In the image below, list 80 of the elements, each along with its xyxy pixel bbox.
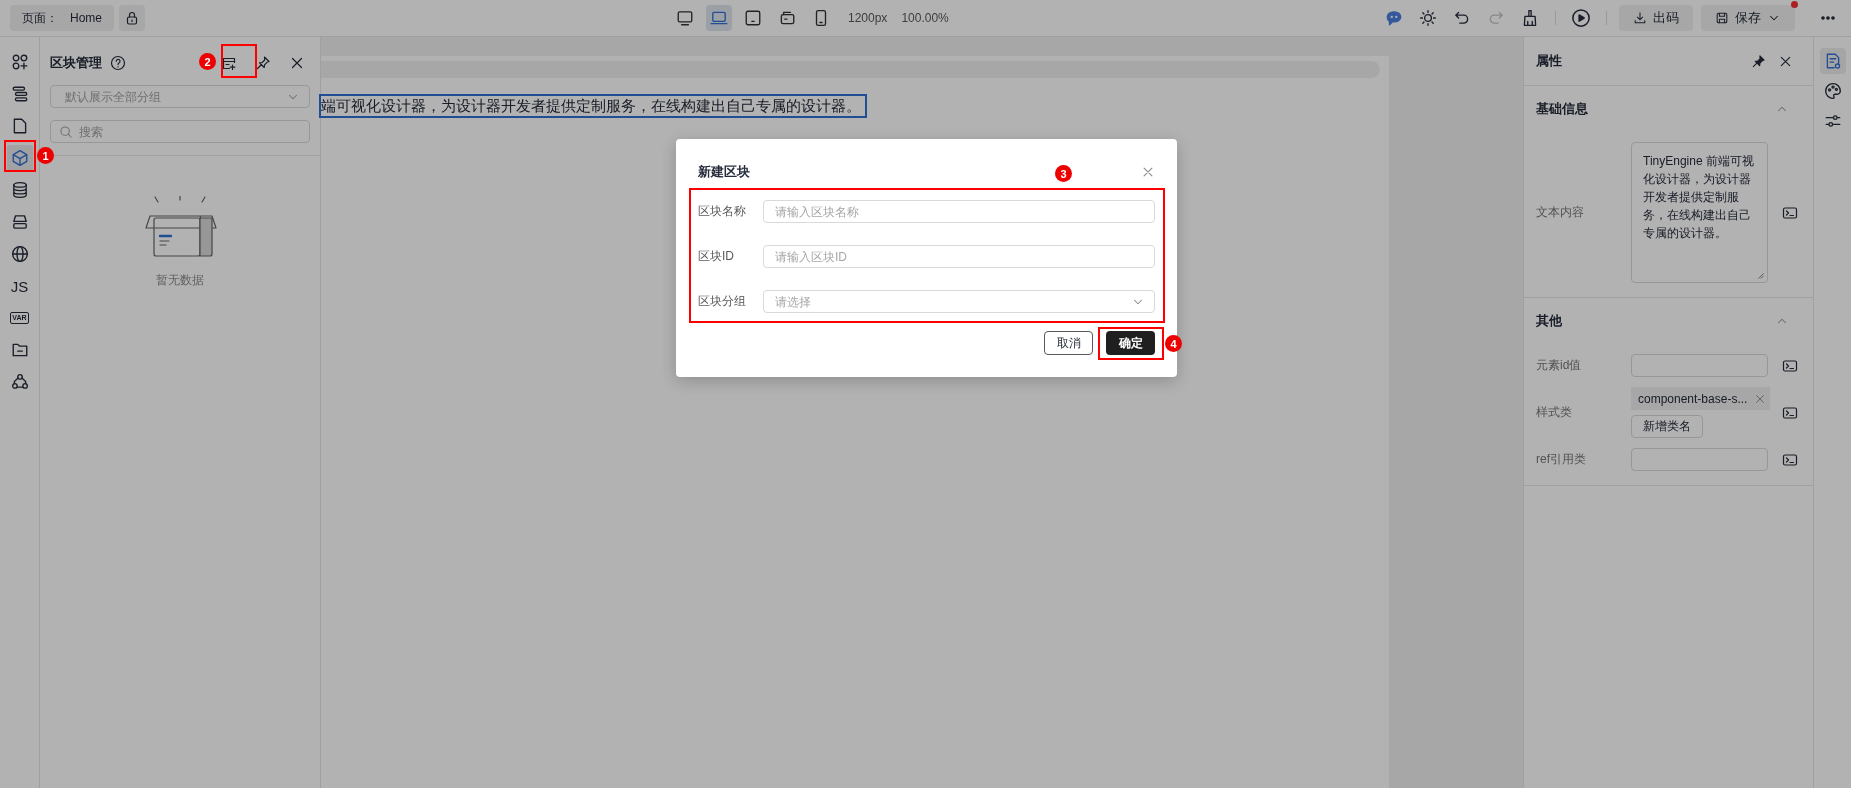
add-class-button[interactable]: 新增类名: [1631, 415, 1703, 438]
redo-icon: [1487, 9, 1505, 27]
cube-icon: [10, 149, 29, 167]
lock-icon: [124, 10, 140, 26]
resize-grip-icon: [1757, 272, 1765, 280]
activity-bar-item[interactable]: [6, 145, 33, 171]
sun-icon: [1419, 9, 1437, 27]
input-field[interactable]: 请输入区块名称: [763, 200, 1155, 223]
broom-icon: [1521, 9, 1539, 27]
undo-icon: [1453, 9, 1471, 27]
unsaved-dot: [1791, 1, 1798, 8]
zoom-text: 100.00%: [901, 11, 949, 25]
section-title: 其他: [1536, 312, 1563, 330]
field-label: 区块分组: [698, 293, 747, 310]
input-field[interactable]: [1631, 354, 1768, 377]
field-label: 元素id值: [1536, 357, 1583, 374]
help-icon: [110, 55, 126, 71]
side-tab[interactable]: [1819, 48, 1846, 74]
terminal-icon: [1782, 451, 1798, 468]
outline-icon: [10, 85, 29, 103]
floppy-disk-icon: [1715, 11, 1729, 25]
download-icon: [1633, 11, 1647, 25]
database-icon: [10, 181, 29, 199]
field-label: 样式类: [1536, 404, 1573, 421]
sliders-icon: [1823, 112, 1842, 130]
activity-bar-item[interactable]: JS: [6, 273, 33, 299]
confirm-button[interactable]: 确定: [1106, 331, 1155, 355]
canvas-text: 端可视化设计器，为设计器开发者提供定制服务，在线构建出自己专属的设计器。: [321, 96, 865, 116]
section-title: 基础信息: [1536, 100, 1589, 118]
pin-icon: [1751, 53, 1766, 69]
lock-button[interactable]: [119, 5, 145, 31]
canvas-width-text: 1200px: [848, 11, 888, 25]
text-content-field[interactable]: TinyEngine 前端可视化设计器，为设计器开发者提供定制服务，在线构建出自己专属的设计器。: [1631, 142, 1768, 283]
panel-title: 属性: [1536, 52, 1563, 70]
highlight-frame: [221, 44, 257, 78]
panel-title: 区块管理: [50, 54, 102, 72]
highlight-frame: [4, 140, 36, 172]
bind-variable-button[interactable]: [1782, 357, 1798, 374]
empty-state-text: 暂无数据: [156, 272, 204, 289]
add-block-icon: [221, 55, 237, 71]
assistant-chat-icon: [1385, 9, 1403, 27]
folder-icon: [10, 341, 29, 359]
tablet-icon: [744, 9, 762, 27]
components-icon: [10, 53, 29, 71]
network-icon: [10, 373, 29, 391]
terminal-icon: [1782, 204, 1798, 221]
select-field[interactable]: 请选择: [763, 290, 1155, 313]
pin-button[interactable]: [1751, 53, 1766, 69]
cancel-button[interactable]: 取消: [1044, 331, 1093, 355]
desktop-icon: [676, 9, 694, 27]
search-field[interactable]: 搜索: [50, 120, 310, 143]
input-field[interactable]: [1631, 448, 1768, 471]
laptop-icon: [710, 9, 728, 27]
palette-icon: [1823, 82, 1842, 100]
field-label: 文本内容: [1536, 204, 1585, 221]
highlight-frame: [1098, 327, 1164, 360]
drawer-icon: [10, 213, 29, 231]
close-icon: [1754, 392, 1766, 405]
export-code-button[interactable]: 出码: [1619, 5, 1693, 31]
dialog-title: 新建区块: [698, 163, 750, 181]
page-selector[interactable]: 页面： Home: [10, 5, 114, 31]
field-label: 区块名称: [698, 203, 747, 220]
close-icon: [289, 55, 305, 71]
group-select[interactable]: 默认展示全部分组: [50, 85, 310, 108]
input-field[interactable]: 请输入区块ID: [763, 245, 1155, 268]
bind-variable-button[interactable]: [1782, 451, 1798, 468]
terminal-icon: [1782, 357, 1798, 374]
field-label: ref引用类: [1536, 451, 1587, 468]
close-icon: [1141, 165, 1155, 179]
bind-variable-button[interactable]: [1782, 404, 1798, 421]
device-view-button[interactable]: [706, 5, 732, 31]
tablet-rotated-icon: [778, 9, 796, 27]
bind-variable-button[interactable]: [1782, 204, 1798, 221]
globe-icon: [10, 245, 29, 263]
field-label: 区块ID: [698, 248, 735, 265]
class-name-text: component-base-s...: [1638, 391, 1749, 406]
play-icon: [1571, 8, 1591, 28]
pin-icon: [255, 55, 271, 71]
terminal-icon: [1782, 404, 1798, 421]
search-icon: [59, 125, 73, 139]
